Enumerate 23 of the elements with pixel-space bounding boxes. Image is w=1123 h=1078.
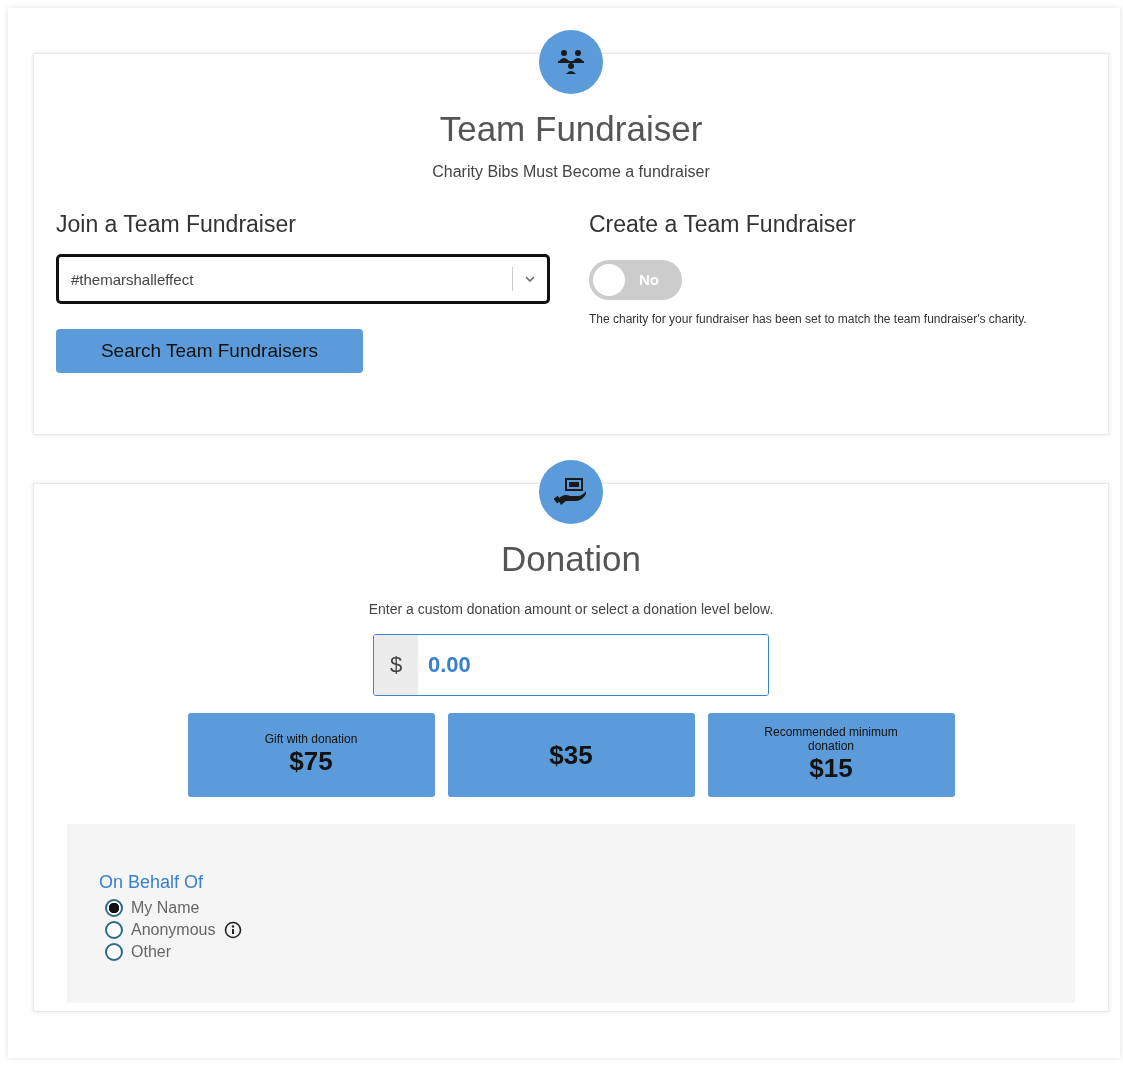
radio-button[interactable]: [105, 921, 123, 939]
radio-button[interactable]: [105, 943, 123, 961]
radio-label: My Name: [131, 899, 200, 917]
radio-label: Anonymous: [131, 921, 216, 939]
create-heading: Create a Team Fundraiser: [589, 211, 856, 238]
search-team-fundraisers-button[interactable]: Search Team Fundraisers: [56, 329, 363, 373]
section-title: Team Fundraiser: [439, 109, 703, 149]
info-icon[interactable]: [223, 921, 242, 939]
radio-button[interactable]: [105, 899, 123, 917]
donation-level-button[interactable]: Gift with donation $75: [187, 713, 435, 797]
donation-level-button[interactable]: Recommended minimum donation $15: [707, 713, 955, 797]
donation-level-button[interactable]: $35: [447, 713, 695, 797]
section-subtitle: Charity Bibs Must Become a fundraiser: [432, 163, 710, 181]
currency-symbol: $: [374, 635, 418, 695]
charity-note: The charity for your fundraiser has been set to match the team fundraiser's charity.: [589, 312, 1027, 328]
on-behalf-label: On Behalf Of: [99, 872, 204, 893]
radio-label: Other: [131, 943, 171, 961]
join-heading: Join a Team Fundraiser: [56, 211, 296, 238]
caret-icon: [525, 276, 535, 282]
section-title: Donation: [500, 539, 642, 579]
donation-instructions: Enter a custom donation amount or select a donation level below.: [368, 601, 774, 617]
team-select-field[interactable]: #themarshalleffect: [56, 254, 550, 304]
donation-amount-field[interactable]: $ 0.00: [373, 634, 769, 696]
